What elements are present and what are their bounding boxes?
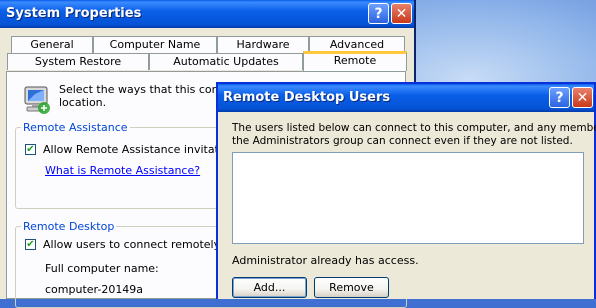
tab-hardware[interactable]: Hardware xyxy=(217,36,309,53)
tab-label: Remote xyxy=(333,54,377,67)
add-button-label: Add... xyxy=(253,281,286,294)
allow-remote-desktop-checkbox[interactable]: ✔ xyxy=(25,239,36,250)
remove-button[interactable]: Remove xyxy=(314,277,389,298)
tab-computer-name[interactable]: Computer Name xyxy=(93,36,217,53)
what-is-remote-assistance-link[interactable]: What is Remote Assistance? xyxy=(45,164,200,177)
window-title: System Properties xyxy=(6,6,142,21)
add-button[interactable]: Add... xyxy=(232,277,307,298)
remove-button-label: Remove xyxy=(329,281,374,294)
intro-text-line2: location. xyxy=(59,96,107,109)
remote-desktop-users-dialog: Remote Desktop Users ? ✕ The users liste… xyxy=(216,82,596,299)
help-icon: ? xyxy=(555,89,564,106)
close-button[interactable]: ✕ xyxy=(572,87,593,108)
close-icon: ✕ xyxy=(395,5,408,22)
check-mark-icon: ✔ xyxy=(26,239,35,250)
allow-remote-assistance-label[interactable]: Allow Remote Assistance invitations xyxy=(43,143,241,156)
allow-remote-assistance-checkbox[interactable]: ✔ xyxy=(25,144,36,155)
system-properties-titlebar[interactable]: System Properties ? ✕ xyxy=(0,0,414,28)
tab-general[interactable]: General xyxy=(11,36,93,53)
help-icon: ? xyxy=(374,5,383,22)
users-listbox[interactable] xyxy=(232,152,584,244)
remote-desktop-users-titlebar[interactable]: Remote Desktop Users ? ✕ xyxy=(218,84,594,112)
full-computer-name-label: Full computer name: xyxy=(45,262,159,275)
close-button[interactable]: ✕ xyxy=(391,3,412,24)
tab-label: Advanced xyxy=(329,38,385,51)
access-note: Administrator already has access. xyxy=(232,254,419,267)
tab-label: Computer Name xyxy=(109,38,201,51)
computer-icon xyxy=(21,84,53,116)
help-button[interactable]: ? xyxy=(368,3,389,24)
full-computer-name-value: computer-20149a xyxy=(45,283,144,296)
dialog-title: Remote Desktop Users xyxy=(223,90,391,105)
check-mark-icon: ✔ xyxy=(26,144,35,155)
tab-label: System Restore xyxy=(34,55,122,68)
help-button[interactable]: ? xyxy=(549,87,570,108)
description-line2: the Administrators group can connect eve… xyxy=(232,135,573,147)
remote-desktop-group-label: Remote Desktop xyxy=(21,220,117,233)
tab-label: Automatic Updates xyxy=(173,55,279,68)
close-icon: ✕ xyxy=(576,89,589,106)
remote-assistance-group-label: Remote Assistance xyxy=(21,121,130,134)
tab-label: Hardware xyxy=(236,38,290,51)
tab-remote[interactable]: Remote xyxy=(303,51,407,71)
tab-label: General xyxy=(30,38,74,51)
tab-system-restore[interactable]: System Restore xyxy=(7,53,149,70)
description-line1: The users listed below can connect to th… xyxy=(232,122,596,134)
tab-automatic-updates[interactable]: Automatic Updates xyxy=(149,53,303,70)
